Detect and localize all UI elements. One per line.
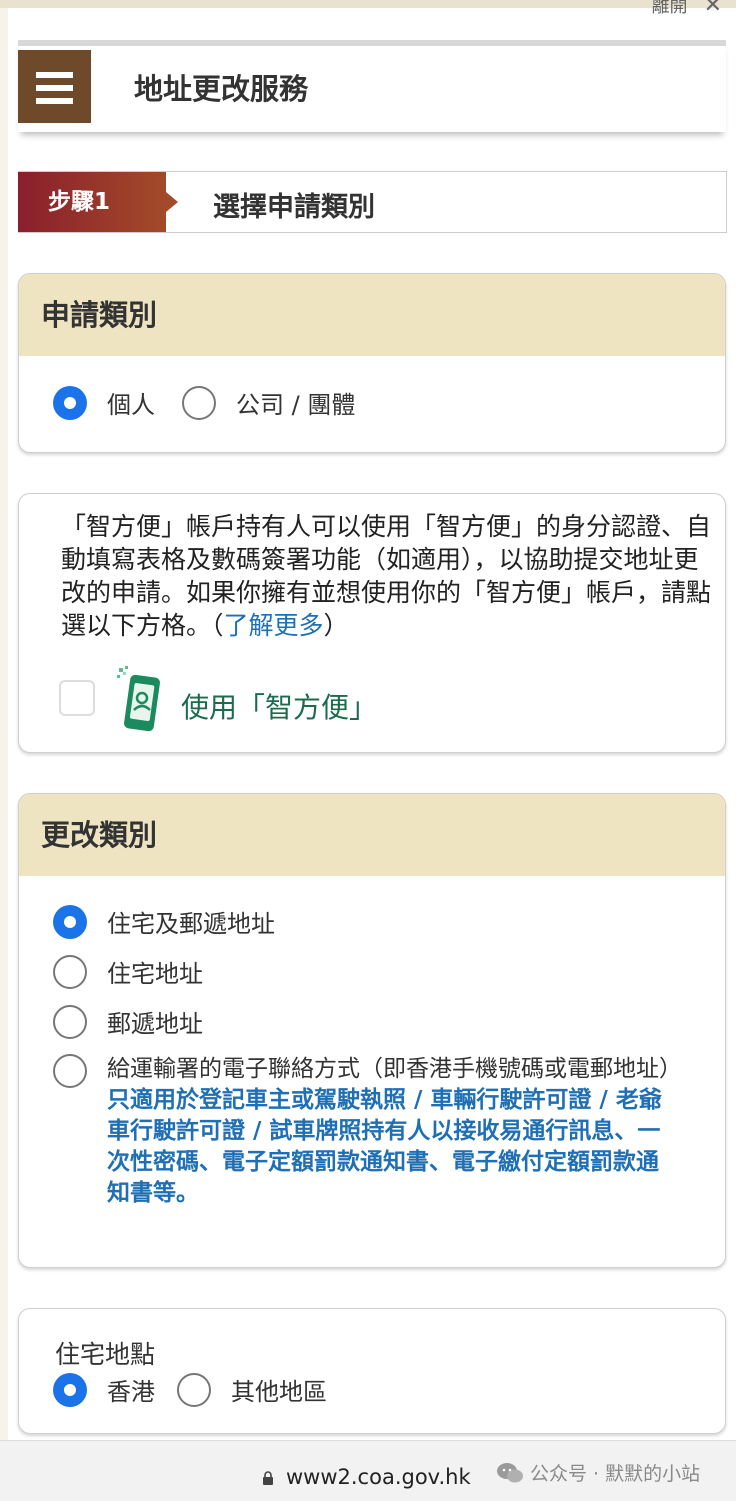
- change-type-heading: 更改類別: [19, 794, 725, 876]
- electronic-contact-text: 給運輸署的電子聯絡方式（即香港手機號碼或電郵地址） 只適用於登記車主或駕駛執照 …: [107, 1054, 682, 1209]
- residential-location-title: 住宅地點: [55, 1340, 156, 1369]
- radio-selected-icon[interactable]: [53, 1372, 87, 1407]
- step-badge: 步驟1: [18, 172, 166, 232]
- app-header: 地址更改服務: [18, 40, 726, 132]
- radio-selected-icon[interactable]: [53, 904, 87, 939]
- iam-smart-description: 「智方便」帳戶持有人可以使用「智方便」的身分認證、自動填寫表格及數碼簽署功能（如…: [61, 510, 711, 642]
- wechat-icon: [497, 1462, 523, 1482]
- page-title: 地址更改服務: [134, 72, 309, 106]
- menu-icon-bar: [36, 98, 73, 104]
- radio-label: 香港: [107, 1378, 155, 1406]
- lock-icon: [263, 1471, 273, 1485]
- watermark: 公众号 · 默默的小站: [496, 1459, 700, 1486]
- step-arrow-icon: [166, 192, 178, 212]
- application-type-card: 申請類別 個人 公司 / 團體: [18, 273, 726, 453]
- url-text: www2.coa.gov.hk: [286, 1465, 471, 1489]
- radio-unselected-icon[interactable]: [53, 954, 87, 989]
- watermark-text: 公众号 · 默默的小站: [530, 1463, 701, 1485]
- radio-residential-and-postal[interactable]: 住宅及郵遞地址: [53, 904, 275, 939]
- radio-company[interactable]: 公司 / 團體: [182, 385, 355, 420]
- radio-selected-icon[interactable]: [53, 385, 87, 420]
- radio-other-regions[interactable]: 其他地區: [177, 1372, 327, 1407]
- radio-unselected-icon[interactable]: [177, 1372, 211, 1407]
- iam-smart-checkbox[interactable]: [59, 680, 95, 716]
- bracket-close: ）: [323, 611, 349, 640]
- menu-icon: [36, 72, 73, 78]
- radio-label: 個人: [107, 391, 155, 419]
- iam-smart-phone-icon: [117, 666, 160, 732]
- close-label: 離開: [651, 0, 688, 17]
- radio-label: 其他地區: [231, 1378, 327, 1406]
- menu-icon-bar: [36, 85, 73, 91]
- step-indicator: 步驟1 選擇申請類別: [18, 171, 727, 233]
- radio-label: 住宅及郵遞地址: [107, 910, 275, 938]
- top-strip: [0, 0, 736, 8]
- close-icon[interactable]: ✕: [704, 0, 722, 18]
- application-type-heading: 申請類別: [19, 274, 725, 356]
- browser-address-bar[interactable]: www2.coa.gov.hk 公众号 · 默默的小站: [0, 1440, 736, 1501]
- radio-unselected-icon[interactable]: [53, 1004, 87, 1039]
- change-type-card: 更改類別 住宅及郵遞地址 住宅地址 郵遞地址 給運輸署的電子聯絡方式（即香港手機…: [18, 793, 726, 1268]
- residential-location-card: 住宅地點 香港 其他地區: [18, 1308, 726, 1434]
- iam-smart-label[interactable]: 使用「智方便」: [181, 686, 377, 726]
- radio-individual[interactable]: 個人: [53, 385, 155, 420]
- radio-label: 公司 / 團體: [236, 391, 356, 419]
- iam-smart-card: 「智方便」帳戶持有人可以使用「智方便」的身分認證、自動填寫表格及數碼簽署功能（如…: [18, 493, 726, 753]
- radio-residential[interactable]: 住宅地址: [53, 954, 203, 989]
- radio-label: 郵遞地址: [107, 1010, 203, 1038]
- bracket-open: （: [211, 611, 224, 640]
- radio-postal[interactable]: 郵遞地址: [53, 1004, 203, 1039]
- radio-unselected-icon[interactable]: [182, 385, 216, 420]
- hamburger-menu-button[interactable]: [18, 50, 91, 123]
- radio-label: 給運輸署的電子聯絡方式（即香港手機號碼或電郵地址）: [107, 1056, 682, 1082]
- electronic-contact-note: 只適用於登記車主或駕駛執照 / 車輛行駛許可證 / 老爺車行駛許可證 / 試車牌…: [107, 1087, 662, 1206]
- radio-label: 住宅地址: [107, 960, 203, 988]
- radio-electronic-contact[interactable]: 給運輸署的電子聯絡方式（即香港手機號碼或電郵地址） 只適用於登記車主或駕駛執照 …: [53, 1054, 682, 1209]
- learn-more-link[interactable]: 了解更多: [224, 611, 324, 640]
- radio-unselected-icon[interactable]: [53, 1054, 87, 1088]
- radio-hong-kong[interactable]: 香港: [53, 1372, 155, 1407]
- description-text: 「智方便」帳戶持有人可以使用「智方便」的身分認證、自動填寫表格及數碼簽署功能（如…: [61, 512, 712, 640]
- step-title: 選擇申請類別: [213, 192, 375, 223]
- close-link[interactable]: 離開 ✕: [652, 0, 722, 18]
